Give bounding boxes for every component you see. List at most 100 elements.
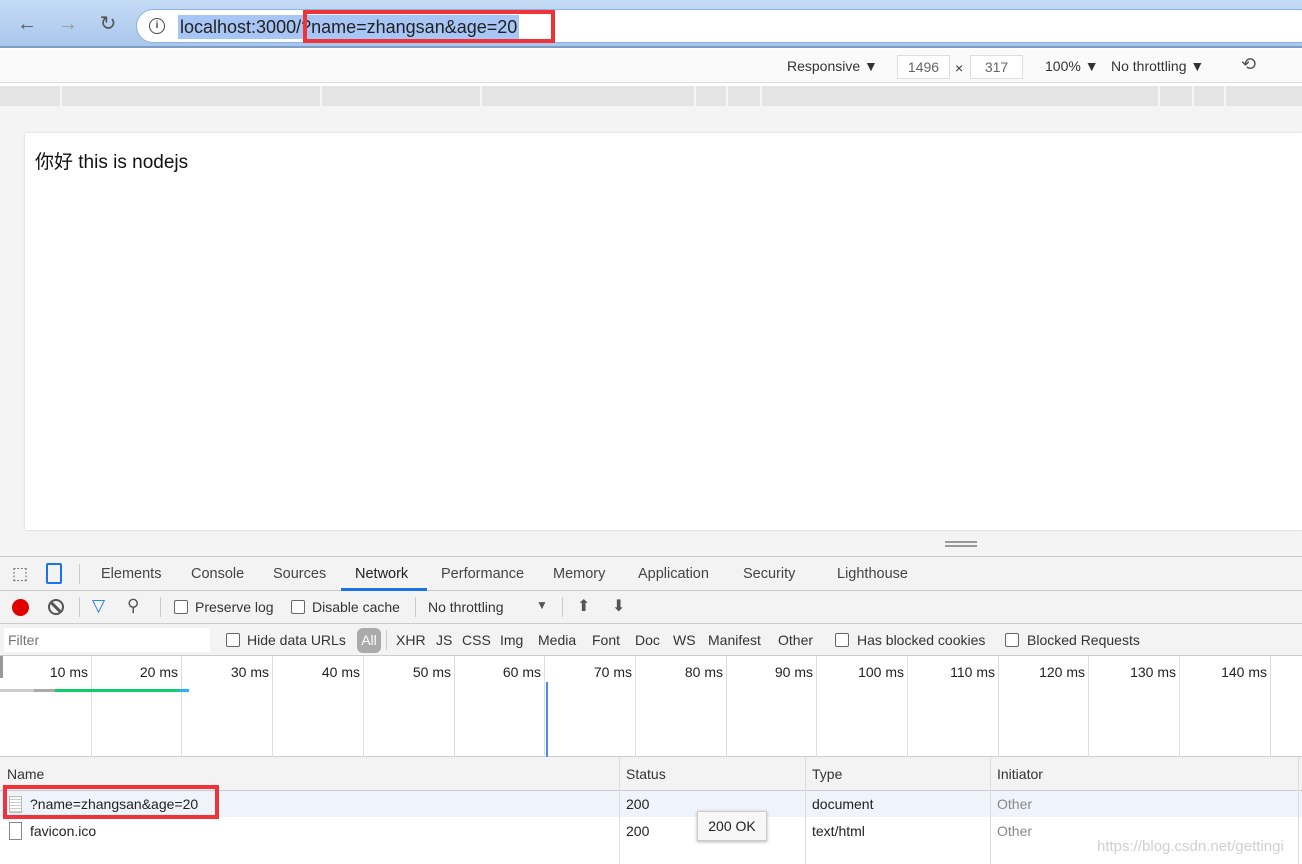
- filter-icon[interactable]: ▽: [92, 596, 105, 616]
- request-status: 200: [626, 823, 650, 839]
- filter-type-doc[interactable]: Doc: [635, 632, 660, 648]
- reload-icon[interactable]: ↻: [96, 12, 120, 36]
- timeline-gridline: [181, 656, 182, 757]
- back-arrow-icon[interactable]: ←: [15, 12, 39, 36]
- column-type[interactable]: Type: [812, 766, 842, 782]
- timeline-tick-label: 60 ms: [502, 664, 541, 680]
- filter-type-font[interactable]: Font: [592, 632, 620, 648]
- timeline-gridline: [1179, 656, 1180, 757]
- device-toggle-icon[interactable]: [46, 563, 62, 584]
- chevron-down-icon[interactable]: ▼: [536, 598, 548, 612]
- timeline-tick-label: 50 ms: [412, 664, 451, 680]
- times-sign: ×: [955, 60, 964, 76]
- timeline-gridline: [1270, 656, 1271, 757]
- timeline-gridline: [726, 656, 727, 757]
- tab-performance[interactable]: Performance: [441, 566, 524, 582]
- filter-type-css[interactable]: CSS: [462, 632, 491, 648]
- media-query-bar[interactable]: [0, 86, 1302, 106]
- resize-handle[interactable]: [945, 541, 977, 547]
- timeline-tick-label: 140 ms: [1221, 664, 1267, 680]
- highlight-box-url: [303, 10, 555, 43]
- search-icon[interactable]: ⚲: [127, 596, 139, 616]
- hide-data-urls-checkbox[interactable]: [226, 633, 240, 647]
- timeline-gridline: [363, 656, 364, 757]
- request-name[interactable]: favicon.ico: [30, 823, 96, 839]
- request-bar-stalled: [34, 689, 55, 692]
- column-divider[interactable]: [1298, 757, 1299, 864]
- timeline-gridline: [91, 656, 92, 757]
- column-status[interactable]: Status: [626, 766, 666, 782]
- zoom-select[interactable]: 100% ▼: [1045, 58, 1099, 74]
- export-har-icon[interactable]: ⬇: [612, 596, 625, 616]
- url-host: localhost:3000/: [180, 17, 302, 37]
- device-throttling-select[interactable]: No throttling ▼: [1111, 58, 1204, 74]
- timeline-tick-label: 70 ms: [593, 664, 632, 680]
- device-mode-select[interactable]: Responsive ▼: [787, 58, 878, 74]
- tab-network[interactable]: Network: [355, 566, 408, 582]
- width-input[interactable]: 1496: [897, 55, 950, 79]
- disable-cache-label: Disable cache: [312, 599, 400, 615]
- timeline-tick-label: 100 ms: [858, 664, 904, 680]
- timeline-tick-label: 90 ms: [774, 664, 813, 680]
- timeline-tick-label: 130 ms: [1130, 664, 1176, 680]
- info-icon[interactable]: i: [149, 18, 165, 34]
- timeline-tick-label: 30 ms: [230, 664, 269, 680]
- network-toolbar: ▽ ⚲ Preserve log Disable cache No thrott…: [0, 591, 1302, 624]
- timeline-left-handle[interactable]: [0, 656, 3, 678]
- timeline-gridline: [907, 656, 908, 757]
- blocked-requests-checkbox[interactable]: [1005, 633, 1019, 647]
- status-tooltip: 200 OK: [697, 811, 767, 841]
- filter-type-all[interactable]: All: [357, 628, 381, 653]
- tab-sources[interactable]: Sources: [273, 566, 326, 582]
- filter-type-media[interactable]: Media: [538, 632, 576, 648]
- timeline-gridline: [272, 656, 273, 757]
- filter-input[interactable]: [4, 628, 210, 652]
- forward-arrow-icon[interactable]: →: [56, 12, 80, 36]
- filter-type-ws[interactable]: WS: [673, 632, 696, 648]
- tab-application[interactable]: Application: [638, 566, 709, 582]
- timeline-tick-label: 40 ms: [321, 664, 360, 680]
- request-type: text/html: [812, 823, 865, 839]
- dom-content-loaded-line: [546, 682, 548, 757]
- tab-security[interactable]: Security: [743, 566, 795, 582]
- has-blocked-cookies-label: Has blocked cookies: [857, 632, 986, 648]
- height-input[interactable]: 317: [970, 55, 1023, 79]
- timeline-tick-label: 10 ms: [49, 664, 88, 680]
- timeline-gridline: [635, 656, 636, 757]
- request-bar-queue: [0, 689, 34, 692]
- request-bar-waiting: [55, 689, 178, 692]
- import-har-icon[interactable]: ⬆: [577, 596, 590, 616]
- device-toolbar: Responsive ▼ 1496 × 317 100% ▼ No thrott…: [0, 50, 1302, 83]
- timeline-gridline: [454, 656, 455, 757]
- watermark: https://blog.csdn.net/gettingi: [1097, 838, 1284, 855]
- preserve-log-checkbox[interactable]: [174, 600, 188, 614]
- record-icon[interactable]: [12, 599, 29, 616]
- has-blocked-cookies-checkbox[interactable]: [835, 633, 849, 647]
- rotate-icon[interactable]: ⟲: [1241, 54, 1256, 75]
- throttling-select[interactable]: No throttling: [428, 599, 503, 615]
- filter-type-img[interactable]: Img: [500, 632, 523, 648]
- column-divider[interactable]: [805, 757, 806, 864]
- filter-type-other[interactable]: Other: [778, 632, 813, 648]
- tab-elements[interactable]: Elements: [101, 566, 161, 582]
- tab-lighthouse[interactable]: Lighthouse: [837, 566, 908, 582]
- network-overview-timeline[interactable]: 10 ms 20 ms 30 ms 40 ms 50 ms 60 ms 70 ms 80 ms…: [0, 656, 1302, 757]
- tab-console[interactable]: Console: [191, 566, 244, 582]
- column-initiator[interactable]: Initiator: [997, 766, 1043, 782]
- timeline-gridline: [544, 656, 545, 757]
- page-text: 你好 this is nodejs: [35, 152, 189, 173]
- page-content: 你好 this is nodejs: [25, 133, 1302, 530]
- inspect-element-icon[interactable]: ⬚: [12, 564, 28, 584]
- column-name[interactable]: Name: [7, 766, 44, 782]
- filter-type-manifest[interactable]: Manifest: [708, 632, 761, 648]
- timeline-gridline: [1088, 656, 1089, 757]
- timeline-tick-label: 80 ms: [684, 664, 723, 680]
- filter-type-xhr[interactable]: XHR: [396, 632, 426, 648]
- column-divider[interactable]: [619, 757, 620, 864]
- disable-cache-checkbox[interactable]: [291, 600, 305, 614]
- timeline-tick-label: 20 ms: [139, 664, 178, 680]
- clear-icon[interactable]: [48, 599, 64, 615]
- column-divider[interactable]: [990, 757, 991, 864]
- tab-memory[interactable]: Memory: [553, 566, 605, 582]
- filter-type-js[interactable]: JS: [436, 632, 452, 648]
